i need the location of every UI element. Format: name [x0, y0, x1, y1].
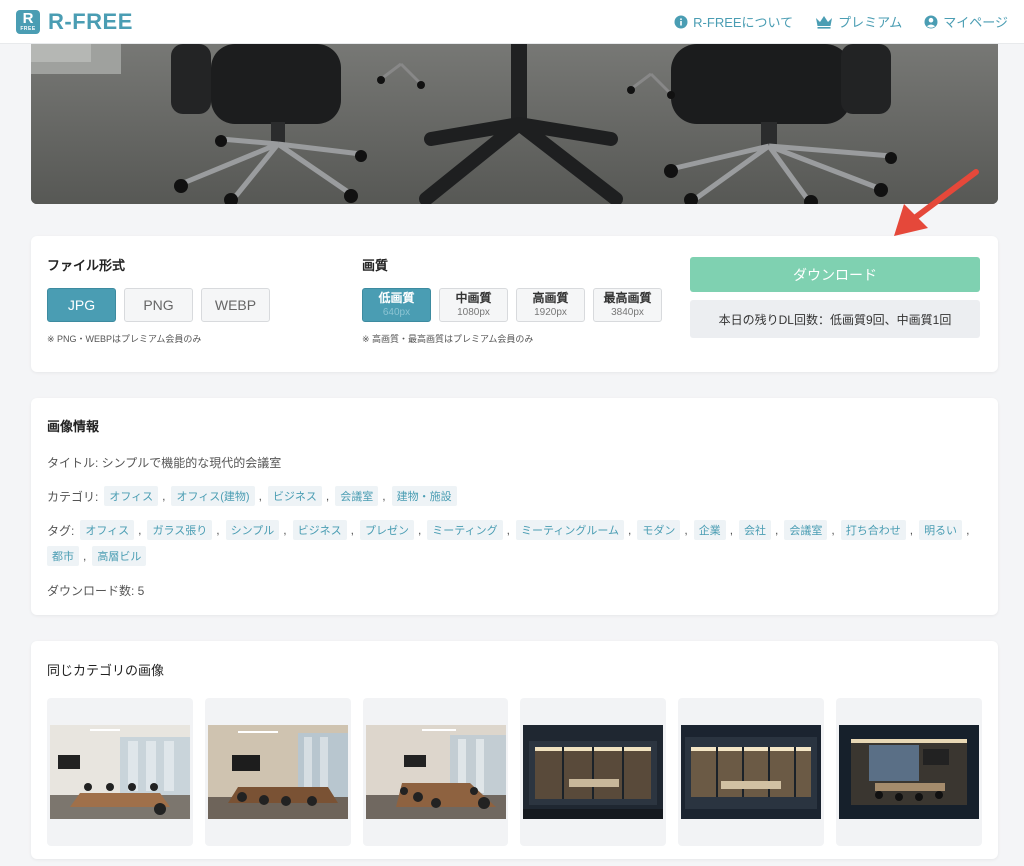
site-header: R FREE R-FREE R-FREEについて プレミアム マイページ [0, 0, 1024, 44]
image-info-card: 画像情報 タイトル: シンプルで機能的な現代的会議室 カテゴリ: オフィス, オフ… [31, 398, 998, 615]
nav-about-label: R-FREEについて [693, 15, 794, 30]
quality-high-label: 高画質 [532, 291, 569, 306]
image-info-title: 画像情報 [47, 419, 100, 434]
tag-link[interactable]: ミーティングルーム [515, 520, 624, 540]
nav-premium-label: プレミアム [838, 15, 903, 30]
format-jpg-button[interactable]: JPG [47, 288, 116, 322]
nav-premium-link[interactable]: プレミアム [815, 12, 902, 31]
header-nav: R-FREEについて プレミアム マイページ [674, 12, 1008, 31]
separator: , [684, 523, 688, 537]
format-title: ファイル形式 [47, 258, 126, 273]
tag-link[interactable]: ミーティング [427, 520, 503, 540]
category-link[interactable]: 会議室 [335, 486, 379, 506]
tag-link[interactable]: ガラス張り [147, 520, 213, 540]
separator: , [506, 523, 510, 537]
tag-link[interactable]: 明るい [919, 520, 963, 540]
download-button[interactable]: ダウンロード [690, 257, 980, 292]
nav-mypage-label: マイページ [943, 15, 1008, 30]
image-title-line: タイトル: シンプルで機能的な現代的会議室 [47, 454, 982, 471]
quality-highest-button[interactable]: 最高画質 3840px [593, 288, 662, 322]
category-link[interactable]: オフィス [104, 486, 159, 506]
category-line: カテゴリ: オフィス, オフィス(建物), ビジネス, 会議室, 建物・施設 [47, 486, 982, 506]
crown-icon [815, 15, 833, 29]
tag-link[interactable]: オフィス [80, 520, 135, 540]
tag-link[interactable]: 企業 [693, 520, 726, 540]
separator: , [909, 523, 914, 537]
separator: , [162, 489, 166, 503]
tag-link[interactable]: モダン [637, 520, 681, 540]
quality-title: 画質 [362, 258, 389, 273]
related-thumb[interactable] [204, 698, 351, 846]
separator: , [775, 523, 779, 537]
related-title: 同じカテゴリの画像 [47, 663, 165, 678]
separator: , [83, 549, 87, 563]
quality-highest-label: 最高画質 [603, 291, 652, 306]
download-count-text: ダウンロード数: 5 [47, 584, 145, 598]
related-thumbs [47, 698, 982, 846]
site-logo[interactable]: R FREE R-FREE [16, 9, 133, 35]
download-options-card: ファイル形式 JPG PNG WEBP ※ PNG・WEBPはプレミアム会員のみ… [31, 236, 998, 372]
separator: , [283, 523, 287, 537]
separator: , [729, 523, 734, 537]
separator: , [325, 489, 330, 503]
quality-low-label: 低画質 [378, 291, 415, 306]
logo-text: R-FREE [48, 8, 133, 34]
tag-line: タグ: オフィス, ガラス張り, シンプル, ビジネス, プレゼン, ミーティング, ミーテ… [47, 520, 982, 566]
nav-mypage-link[interactable]: マイページ [924, 12, 1008, 31]
quality-highest-px: 3840px [611, 306, 644, 318]
separator: , [382, 489, 386, 503]
separator: , [350, 523, 354, 537]
info-icon [674, 15, 688, 29]
nav-about-link[interactable]: R-FREEについて [674, 12, 793, 31]
related-thumb[interactable] [362, 698, 509, 846]
category-link[interactable]: 建物・施設 [391, 486, 457, 506]
quality-medium-label: 中画質 [455, 291, 492, 306]
tag-link[interactable]: 会社 [739, 520, 772, 540]
related-thumb[interactable] [836, 698, 982, 846]
format-webp-button[interactable]: WEBP [201, 288, 270, 322]
related-thumb[interactable] [678, 698, 825, 846]
related-thumb[interactable] [47, 698, 193, 846]
quality-group: 画質 低画質 640px 中画質 1080px 高画質 1920px 最高画質 … [362, 255, 662, 345]
quality-high-px: 1920px [534, 306, 567, 318]
tag-link[interactable]: 打ち合わせ [840, 520, 906, 540]
separator: , [216, 523, 220, 537]
quality-low-px: 640px [382, 306, 411, 318]
tag-label: タグ: [47, 523, 75, 538]
image-title-text: タイトル: シンプルで機能的な現代的会議室 [47, 456, 282, 470]
format-note: ※ PNG・WEBPはプレミアム会員のみ [47, 334, 202, 344]
separator: , [831, 523, 835, 537]
separator: , [966, 523, 970, 537]
download-count-line: ダウンロード数: 5 [47, 582, 982, 599]
related-thumb[interactable] [520, 698, 667, 846]
user-icon [924, 15, 938, 29]
tag-link[interactable]: シンプル [225, 520, 280, 540]
category-label: カテゴリ: [47, 489, 99, 504]
remaining-downloads: 本日の残りDL回数：低画質9回、中画質1回 [690, 300, 980, 338]
hero-image [31, 44, 998, 204]
tag-link[interactable]: 高層ビル [92, 546, 147, 566]
separator: , [258, 489, 262, 503]
logo-mark: R FREE [16, 9, 40, 34]
separator: , [628, 523, 632, 537]
format-png-button[interactable]: PNG [124, 288, 193, 322]
quality-medium-button[interactable]: 中画質 1080px [439, 288, 508, 322]
quality-medium-px: 1080px [457, 306, 490, 318]
separator: , [138, 523, 142, 537]
tag-link[interactable]: 都市 [47, 546, 79, 566]
tag-link[interactable]: ビジネス [292, 520, 347, 540]
related-images-card: 同じカテゴリの画像 [31, 641, 998, 859]
quality-note: ※ 高画質・最高画質はプレミアム会員のみ [362, 334, 534, 344]
format-group: ファイル形式 JPG PNG WEBP ※ PNG・WEBPはプレミアム会員のみ [47, 255, 270, 345]
tag-link[interactable]: プレゼン [359, 520, 414, 540]
logo-letter: R [22, 10, 34, 27]
logo-small-text: FREE [20, 26, 36, 32]
annotation-arrow-icon [894, 169, 979, 236]
quality-high-button[interactable]: 高画質 1920px [516, 288, 585, 322]
separator: , [417, 523, 422, 537]
quality-low-button[interactable]: 低画質 640px [362, 288, 431, 322]
category-link[interactable]: ビジネス [267, 486, 322, 506]
category-link[interactable]: オフィス(建物) [171, 486, 255, 506]
tag-link[interactable]: 会議室 [784, 520, 828, 540]
